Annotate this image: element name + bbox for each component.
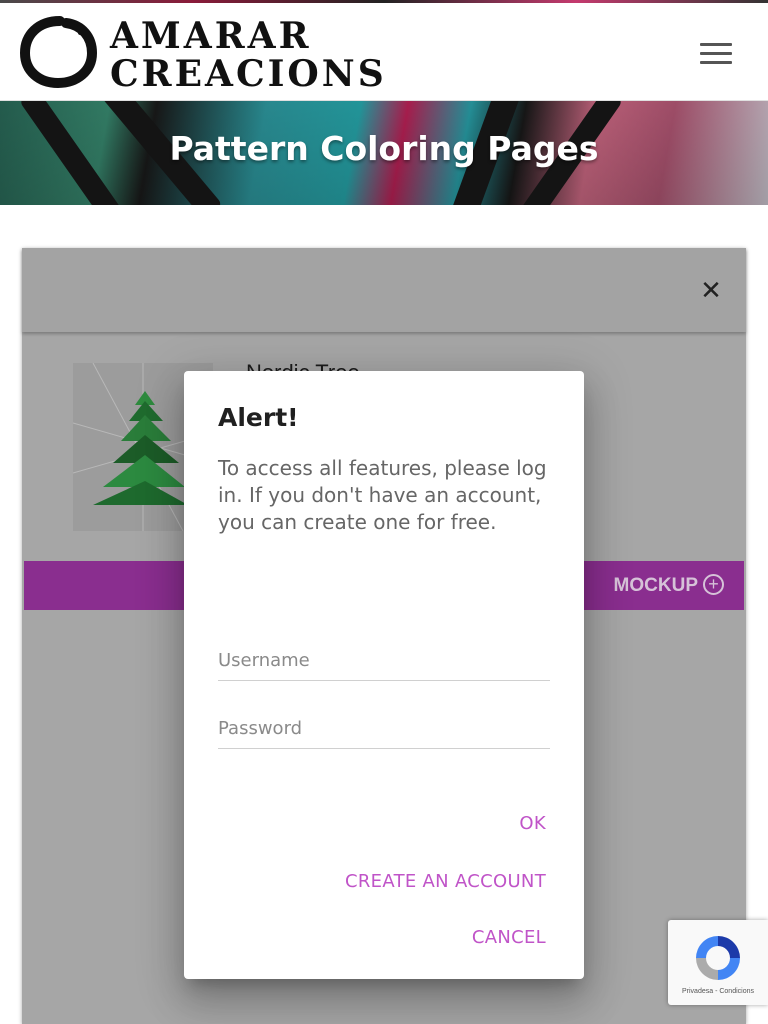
page: AMARAR CREACIONS Pattern Coloring Pages … bbox=[0, 0, 768, 1024]
page-banner: Pattern Coloring Pages bbox=[0, 101, 768, 205]
cancel-button[interactable]: CANCEL bbox=[472, 927, 546, 948]
site-header: AMARAR CREACIONS bbox=[0, 3, 768, 101]
recaptcha-logo-icon bbox=[696, 936, 740, 980]
hamburger-menu-icon[interactable] bbox=[700, 43, 732, 65]
close-icon[interactable]: ✕ bbox=[699, 276, 723, 304]
login-alert-dialog: Alert! To access all features, please lo… bbox=[184, 371, 584, 979]
username-input[interactable] bbox=[218, 641, 550, 681]
logo-line-2: CREACIONS bbox=[110, 53, 387, 95]
dialog-title: Alert! bbox=[218, 403, 299, 432]
enso-logo-icon[interactable] bbox=[20, 15, 98, 89]
page-title: Pattern Coloring Pages bbox=[169, 129, 599, 168]
create-account-button[interactable]: CREATE AN ACCOUNT bbox=[345, 871, 546, 892]
recaptcha-links[interactable]: Privadesa - Condicions bbox=[668, 988, 768, 995]
mockup-label: MOCKUP bbox=[613, 575, 698, 596]
logo-line-1: AMARAR bbox=[110, 15, 312, 57]
dialog-message: To access all features, please log in. I… bbox=[218, 456, 547, 534]
panel-header: ✕ bbox=[22, 248, 746, 332]
logo-text[interactable]: AMARAR CREACIONS bbox=[110, 17, 387, 93]
password-input[interactable] bbox=[218, 709, 550, 749]
ok-button[interactable]: OK bbox=[519, 813, 546, 834]
recaptcha-badge[interactable]: Privadesa - Condicions bbox=[668, 920, 768, 1005]
plus-circle-icon: + bbox=[703, 574, 724, 595]
